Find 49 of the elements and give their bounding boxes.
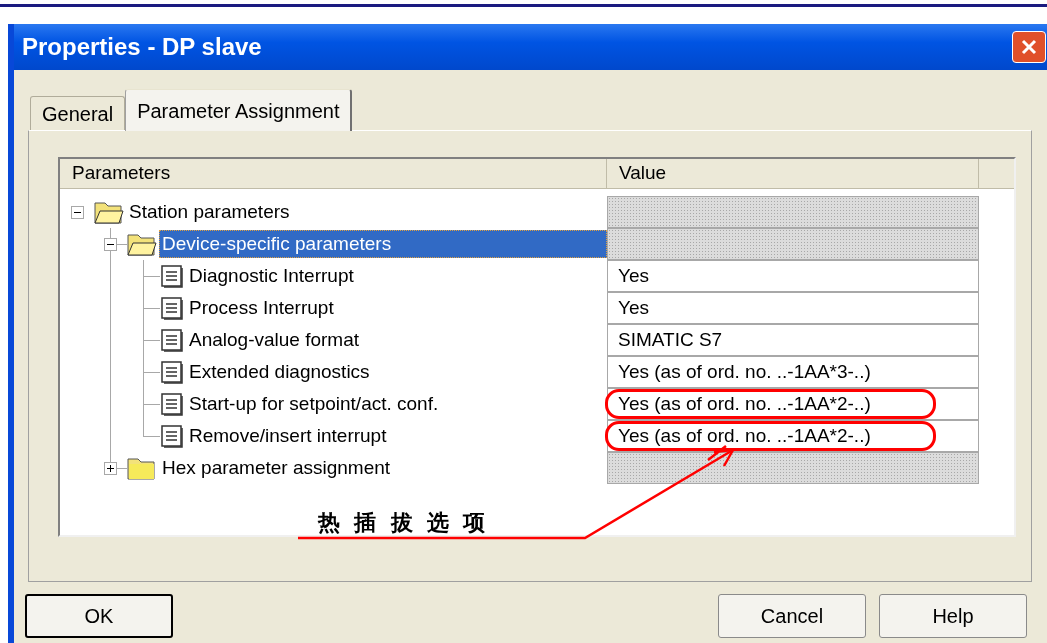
column-header xyxy=(979,159,1014,189)
value-cell[interactable] xyxy=(607,228,979,260)
folder-icon xyxy=(127,455,157,481)
tree-item[interactable]: Extended diagnostics xyxy=(186,358,373,386)
dialog-button[interactable]: Cancel xyxy=(718,594,866,638)
value-cell[interactable] xyxy=(607,196,979,228)
tab[interactable]: General xyxy=(30,96,126,130)
folder-icon xyxy=(127,231,157,257)
document-icon xyxy=(160,424,184,448)
dialog-button[interactable]: OK xyxy=(25,594,173,638)
collapse-toggle[interactable] xyxy=(71,206,84,219)
collapse-toggle[interactable] xyxy=(104,238,117,251)
folder-icon xyxy=(94,199,124,225)
value-text: Yes xyxy=(618,295,649,320)
tree-item[interactable]: Device-specific parameters xyxy=(159,230,607,258)
tree-item[interactable]: Analog-value format xyxy=(186,326,363,354)
value-text: SIMATIC S7 xyxy=(618,327,723,352)
plus-icon xyxy=(106,464,115,473)
value-text: Yes (as of ord. no. ..-1AA*2-..) xyxy=(618,391,871,416)
document-icon xyxy=(160,392,184,416)
close-icon xyxy=(1020,38,1038,56)
value-text: Yes xyxy=(618,263,649,288)
tree-item[interactable]: Hex parameter assignment xyxy=(159,454,394,482)
document-icon xyxy=(160,264,184,288)
document-icon xyxy=(160,328,184,352)
dialog-button[interactable]: Help xyxy=(879,594,1027,638)
document-icon xyxy=(160,360,184,384)
tree-item[interactable]: Station parameters xyxy=(126,198,293,226)
value-text: Yes (as of ord. no. ..-1AA*2-..) xyxy=(618,423,871,448)
tree-item[interactable]: Diagnostic Interrupt xyxy=(186,262,357,290)
tree-item[interactable]: Process Interrupt xyxy=(186,294,337,322)
column-header[interactable]: Value xyxy=(607,159,979,189)
value-cell[interactable]: Yes (as of ord. no. ..-1AA*3-..) xyxy=(607,356,979,388)
close-button[interactable] xyxy=(1012,31,1046,63)
document-icon xyxy=(160,296,184,320)
value-text: Yes (as of ord. no. ..-1AA*3-..) xyxy=(618,359,871,384)
expand-toggle[interactable] xyxy=(104,462,117,475)
value-cell[interactable]: Yes (as of ord. no. ..-1AA*2-..) xyxy=(607,388,979,420)
value-cell[interactable]: Yes xyxy=(607,260,979,292)
tab[interactable]: Parameter Assignment xyxy=(125,89,353,131)
value-cell[interactable] xyxy=(607,452,979,484)
value-cell[interactable]: Yes xyxy=(607,292,979,324)
column-header[interactable]: Parameters xyxy=(60,159,607,189)
tree-item[interactable]: Start-up for setpoint/act. conf. xyxy=(186,390,442,418)
tree-item[interactable]: Remove/insert interrupt xyxy=(186,422,390,450)
window-title: Properties - DP slave xyxy=(22,32,262,62)
value-cell[interactable]: SIMATIC S7 xyxy=(607,324,979,356)
value-cell[interactable]: Yes (as of ord. no. ..-1AA*2-..) xyxy=(607,420,979,452)
annotation-text: 热插拔选项 xyxy=(318,510,500,535)
